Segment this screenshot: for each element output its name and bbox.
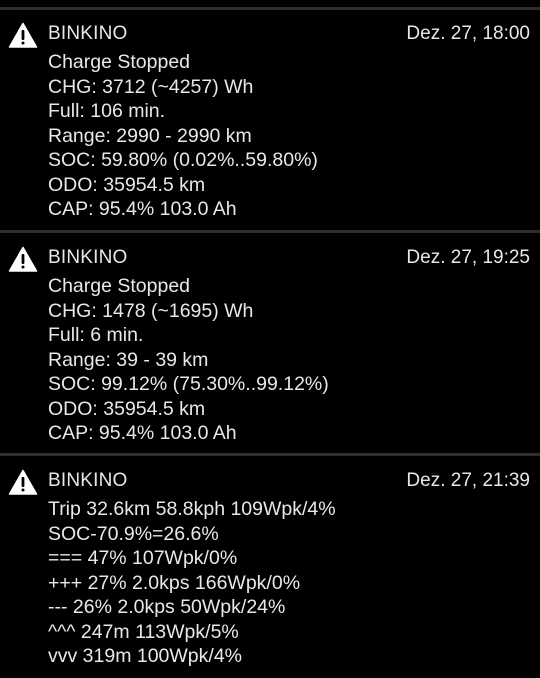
app-name: BINKINO <box>48 470 128 491</box>
notification-line: CAP: 95.4% 103.0 Ah <box>48 198 237 220</box>
notification-line: vvv 319m 100Wpk/4% <box>48 645 243 667</box>
notification-line: Trip 32.6km 58.8kph 109Wpk/4% <box>48 498 336 520</box>
warning-icon <box>8 22 38 48</box>
notification-line: SOC: 59.80% (0.02%..59.80%) <box>48 149 318 171</box>
divider <box>0 453 540 456</box>
notification-card[interactable]: BINKINO Dez. 27, 19:25 Charge Stopped CH… <box>0 246 540 446</box>
warning-icon <box>8 246 38 272</box>
notification-line: SOC-70.9%=26.6% <box>48 522 219 545</box>
notification-body: Charge Stopped CHG: 3712 (~4257) Wh Full… <box>48 50 318 222</box>
warning-icon <box>8 469 38 495</box>
timestamp: Dez. 27, 18:00 <box>406 23 530 44</box>
notification-line: ^^^ 247m 113Wpk/5% <box>48 620 239 643</box>
notification-list: BINKINO Dez. 27, 18:00 Charge Stopped CH… <box>0 0 540 678</box>
notification-line: Full: 106 min. <box>48 100 166 122</box>
notification-line: SOC: 99.12% (75.30%..99.12%) <box>48 373 329 395</box>
notification-body: Charge Stopped CHG: 1478 (~1695) Wh Full… <box>48 274 329 446</box>
timestamp: Dez. 27, 21:39 <box>406 470 530 491</box>
notification-line: Range: 2990 - 2990 km <box>48 124 252 147</box>
notification-card[interactable]: BINKINO Dez. 27, 18:00 Charge Stopped CH… <box>0 22 540 222</box>
notification-line: --- 26% 2.0kps 50Wpk/24% <box>48 596 286 618</box>
notification-line: === 47% 107Wpk/0% <box>48 547 238 569</box>
app-name: BINKINO <box>48 23 128 44</box>
notification-line: Charge Stopped <box>48 275 191 297</box>
divider <box>0 230 540 233</box>
notification-line: Charge Stopped <box>48 51 191 73</box>
timestamp: Dez. 27, 19:25 <box>406 247 530 268</box>
app-name: BINKINO <box>48 247 128 268</box>
notification-line: CHG: 1478 (~1695) Wh <box>48 299 254 322</box>
notification-line: CAP: 95.4% 103.0 Ah <box>48 422 237 444</box>
notification-card[interactable]: BINKINO Dez. 27, 21:39 Trip 32.6km 58.8k… <box>0 469 540 669</box>
notification-line: Full: 6 min. <box>48 324 144 346</box>
notification-line: CHG: 3712 (~4257) Wh <box>48 75 254 98</box>
notification-line: ODO: 35954.5 km <box>48 173 206 196</box>
notification-line: +++ 27% 2.0kps 166Wpk/0% <box>48 571 301 594</box>
notification-body: Trip 32.6km 58.8kph 109Wpk/4% SOC-70.9%=… <box>48 497 336 669</box>
divider <box>0 7 540 10</box>
notification-line: ODO: 35954.5 km <box>48 397 206 420</box>
notification-line: Range: 39 - 39 km <box>48 348 209 371</box>
